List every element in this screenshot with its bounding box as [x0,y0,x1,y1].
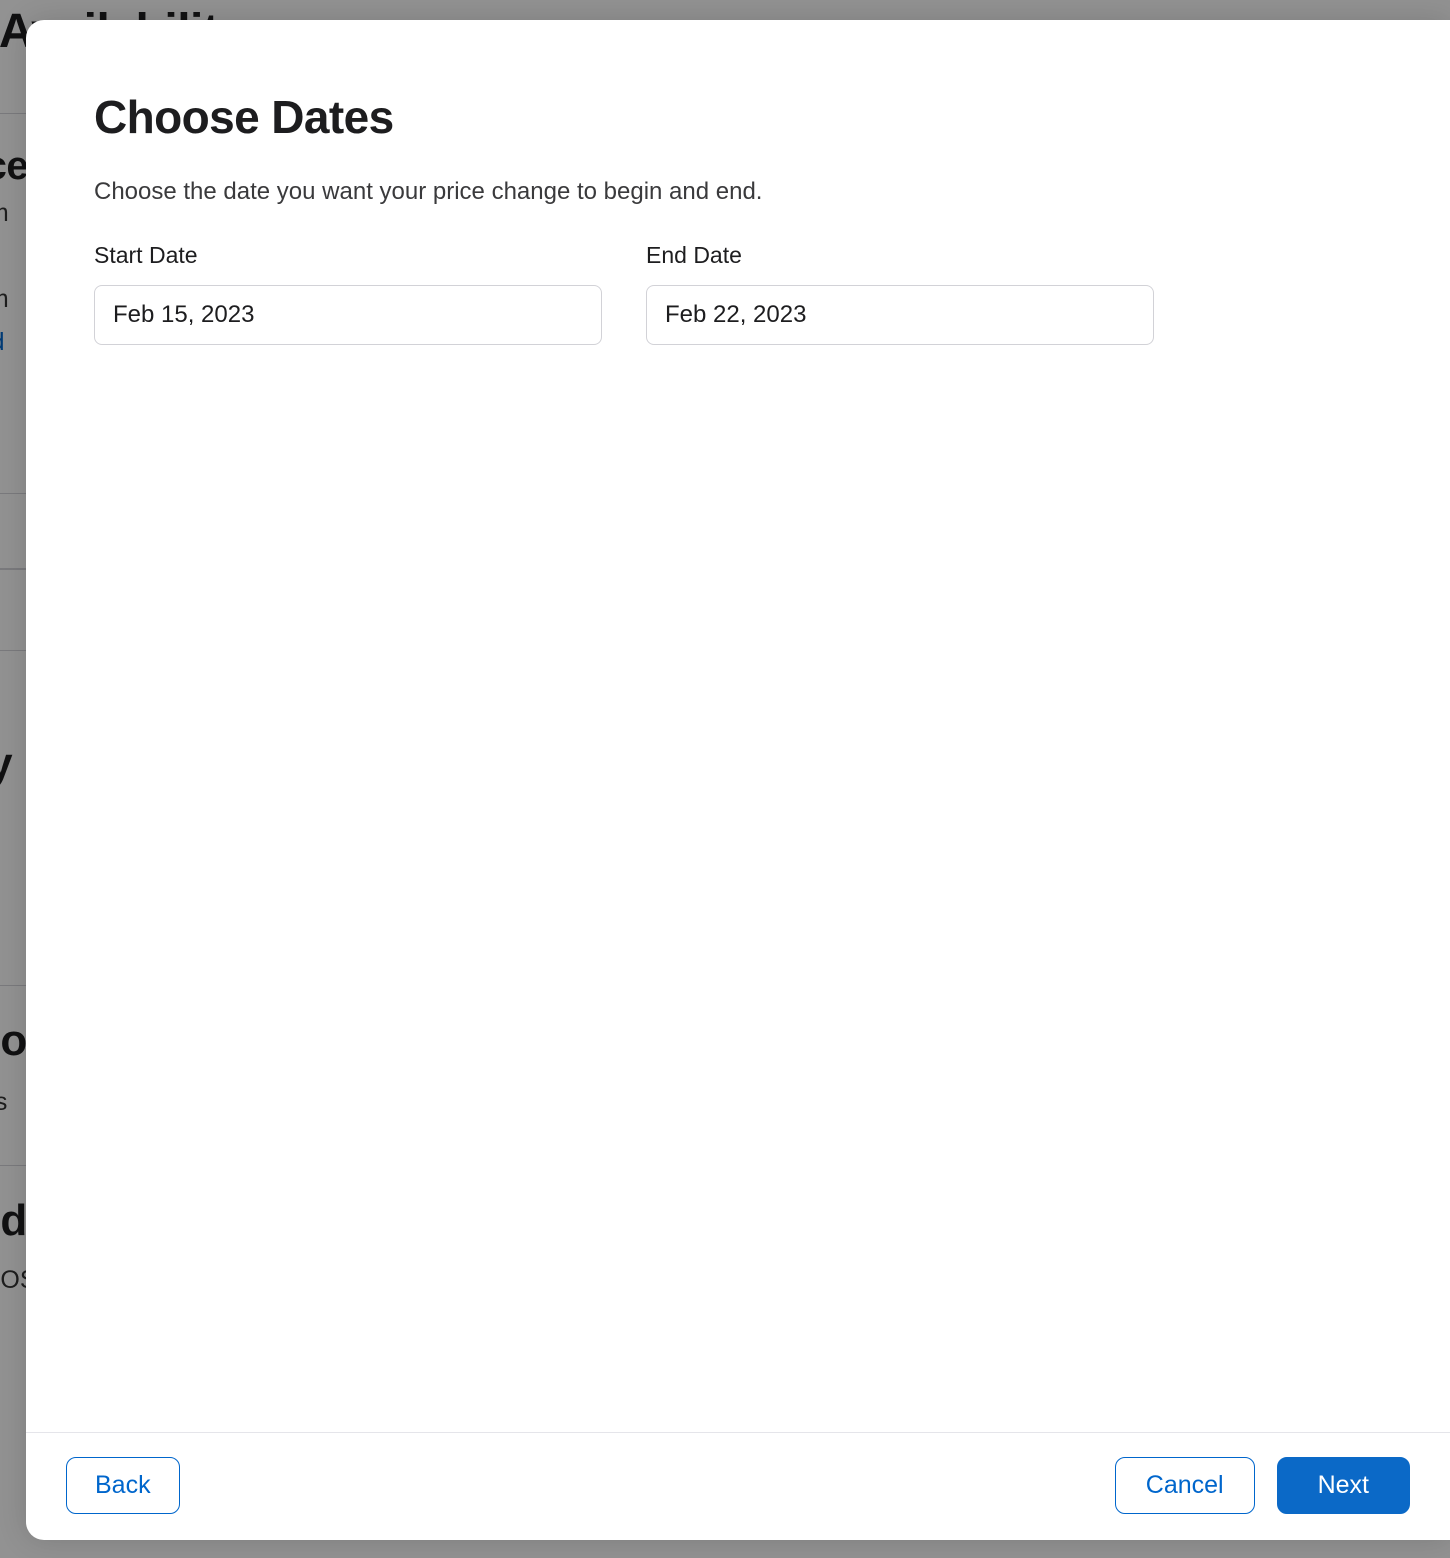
cancel-button[interactable]: Cancel [1115,1457,1255,1514]
start-date-label: Start Date [94,242,602,269]
start-date-input[interactable] [94,285,602,345]
date-fields-row: Start Date End Date [94,242,1382,345]
modal-body: Choose Dates Choose the date you want yo… [26,20,1450,1432]
next-button[interactable]: Next [1277,1457,1410,1514]
start-date-group: Start Date [94,242,602,345]
modal-description: Choose the date you want your price chan… [94,176,1382,208]
bg-text-fragment: tr [0,246,9,275]
end-date-label: End Date [646,242,1154,269]
end-date-input[interactable] [646,285,1154,345]
back-button[interactable]: Back [66,1457,180,1514]
end-date-group: End Date [646,242,1154,345]
modal-title: Choose Dates [94,90,1382,144]
choose-dates-modal: Choose Dates Choose the date you want yo… [26,20,1450,1540]
modal-footer: Back Cancel Next [26,1432,1450,1540]
bg-text-fragment: om [0,285,9,314]
bg-text-fragment: om [0,199,9,228]
bg-link-fragment[interactable]: Ed [0,328,9,357]
